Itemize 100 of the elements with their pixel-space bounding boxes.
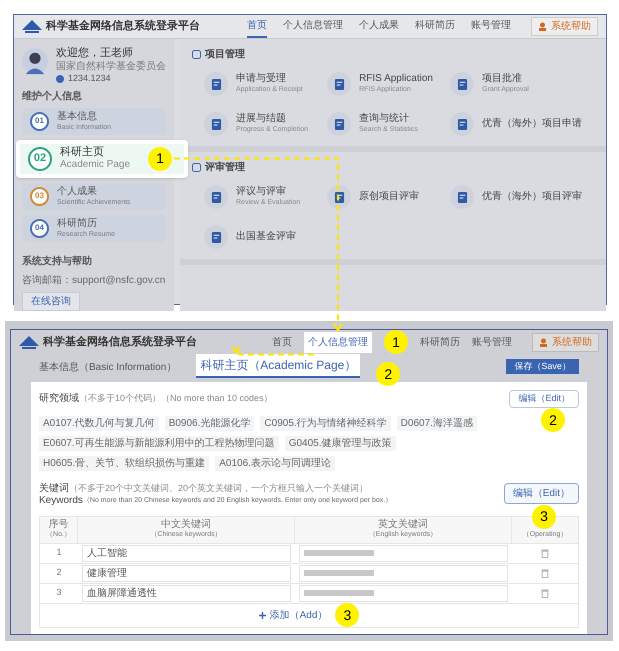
- header-title: 英文关键词: [378, 518, 428, 530]
- sidebar-heading: 维护个人信息: [22, 89, 83, 104]
- section-heading: 研究领域: [39, 392, 79, 406]
- consult-button[interactable]: 在线咨询: [22, 292, 80, 310]
- keyword-field[interactable]: 血脑屏障通透性: [82, 584, 291, 602]
- field-tag: B0906.光能源化学: [164, 416, 254, 430]
- logo-icon: [22, 20, 42, 33]
- row-number: 2: [55, 566, 62, 580]
- field-tag: C0905.行为与情绪神经科学: [260, 416, 391, 430]
- number-callout: 1: [148, 146, 172, 170]
- module-title: 优青（海外）项目申请: [482, 118, 582, 130]
- document-icon: [450, 72, 474, 96]
- trash-icon[interactable]: [541, 568, 549, 578]
- module-title: 项目批准: [482, 73, 524, 86]
- keyword-field[interactable]: [299, 564, 508, 582]
- add-button[interactable]: 添加（Add）: [258, 608, 328, 622]
- nav-link[interactable]: 科研简历: [420, 334, 460, 350]
- row-number: 1: [55, 546, 62, 560]
- keyword-field[interactable]: 人工智能: [82, 544, 291, 562]
- document-icon: [204, 112, 228, 136]
- module-link[interactable]: 优青（海外）项目评审: [450, 183, 594, 211]
- nav-link[interactable]: 个人信息管理: [304, 332, 372, 352]
- field-tag: A0107.代数几何与复几何: [39, 416, 159, 430]
- field-tag: E0607.可再生能源与新能源利用中的工程热物理问题: [39, 436, 279, 450]
- item-title: 基本信息: [57, 112, 98, 122]
- step-number: 01: [30, 112, 49, 130]
- section-heading: 关键词: [39, 482, 69, 495]
- field-tag: H0605.骨、关节、软组织损伤与重建: [39, 456, 210, 470]
- field-tag: D0607.海洋遥感: [396, 416, 477, 430]
- greeting-text: 欢迎您，王老师: [56, 47, 134, 60]
- organization-text: 国家自然科学基金委员会: [56, 60, 166, 74]
- step-number: 04: [30, 218, 49, 238]
- redaction-bar: [304, 550, 374, 556]
- keyword-field[interactable]: [299, 584, 508, 602]
- document-icon: [450, 185, 474, 209]
- edit-button[interactable]: 编辑（Edit）: [504, 482, 579, 504]
- header-title: 序号: [48, 518, 68, 531]
- number-callout: 2: [541, 408, 565, 432]
- phone-number: 1234.1234: [68, 73, 111, 84]
- section-heading: Keywords: [39, 495, 83, 508]
- nav-link[interactable]: 个人成果: [359, 15, 399, 38]
- section-icon: [192, 163, 201, 172]
- step-number: 02: [28, 146, 52, 170]
- help-button[interactable]: 系统帮助: [531, 17, 598, 36]
- redaction-bar: [304, 590, 374, 596]
- field-tag: A0106.表示论与同调理论: [215, 456, 335, 470]
- sidebar-item[interactable]: 02 科研主页 Academic Page 1: [16, 140, 188, 178]
- support-heading: 系统支持与帮助: [22, 254, 93, 268]
- module-title: RFIS Application: [359, 73, 433, 86]
- module-link[interactable]: 原创项目评审: [327, 183, 442, 211]
- plus-icon: [258, 612, 266, 618]
- support-email: 咨询邮箱：support@nsfc.gov.cn: [22, 274, 166, 288]
- nav-link[interactable]: 账号管理: [471, 15, 511, 38]
- field-tag: G0405.健康管理与政策: [284, 436, 396, 450]
- document-icon: [204, 72, 228, 96]
- tab[interactable]: 基本信息（Basic Information）: [35, 357, 180, 378]
- module-title: 查询与统计: [359, 113, 410, 126]
- nav-link[interactable]: 个人信息管理: [283, 15, 343, 38]
- item-title: 科研主页: [60, 147, 105, 158]
- number-callout: 1: [384, 330, 408, 354]
- avatar-icon: [22, 47, 48, 77]
- document-icon: [204, 225, 228, 249]
- nav-link[interactable]: 科研简历: [415, 15, 455, 38]
- module-title: 优青（海外）项目评审: [482, 190, 582, 204]
- person-icon: [539, 338, 548, 346]
- document-icon: [450, 112, 474, 136]
- logo-icon: [19, 336, 39, 348]
- module-link[interactable]: 出国基金评审: [204, 223, 320, 251]
- number-callout: 3: [532, 504, 556, 528]
- module-title: 申请与受理: [236, 73, 287, 86]
- edit-button[interactable]: 编辑（Edit）: [509, 390, 579, 408]
- row-number: 3: [55, 586, 62, 600]
- item-title: 科研简历: [57, 218, 98, 228]
- app-title: 科学基金网络信息系统登录平台: [43, 334, 197, 350]
- section-title: 评审管理: [205, 160, 245, 175]
- module-title: 出国基金评审: [236, 230, 296, 244]
- trash-icon[interactable]: [541, 548, 549, 558]
- keyword-field[interactable]: 健康管理: [82, 564, 291, 582]
- save-button[interactable]: 保存（Save）: [506, 358, 579, 374]
- nav-link[interactable]: 账号管理: [472, 334, 512, 350]
- document-icon: [204, 185, 228, 209]
- item-subtitle: Academic Page: [60, 160, 130, 170]
- keyword-field[interactable]: [299, 544, 508, 562]
- module-title: 原创项目评审: [359, 190, 420, 204]
- nav-link[interactable]: 首页: [272, 334, 292, 350]
- phone-icon: [56, 74, 64, 83]
- module-link[interactable]: 优青（海外）项目申请: [450, 110, 594, 138]
- number-callout: 3: [335, 603, 360, 627]
- module-title: 评议与评审: [236, 186, 287, 198]
- section-note: （不多于20个中文关键词、20个英文关键词，一个方框只输入一个关键词）: [69, 483, 368, 494]
- header-title: 中文关键词: [161, 518, 211, 530]
- section-icon: [192, 50, 201, 59]
- app-title: 科学基金网络信息系统登录平台: [46, 18, 200, 34]
- module-title: 进展与结题: [236, 113, 287, 126]
- section-title: 项目管理: [205, 48, 245, 62]
- document-icon: [327, 185, 352, 209]
- redaction-bar: [304, 570, 374, 576]
- person-icon: [538, 22, 547, 31]
- tab[interactable]: 科研主页（Academic Page）: [196, 354, 360, 378]
- trash-icon[interactable]: [541, 588, 549, 598]
